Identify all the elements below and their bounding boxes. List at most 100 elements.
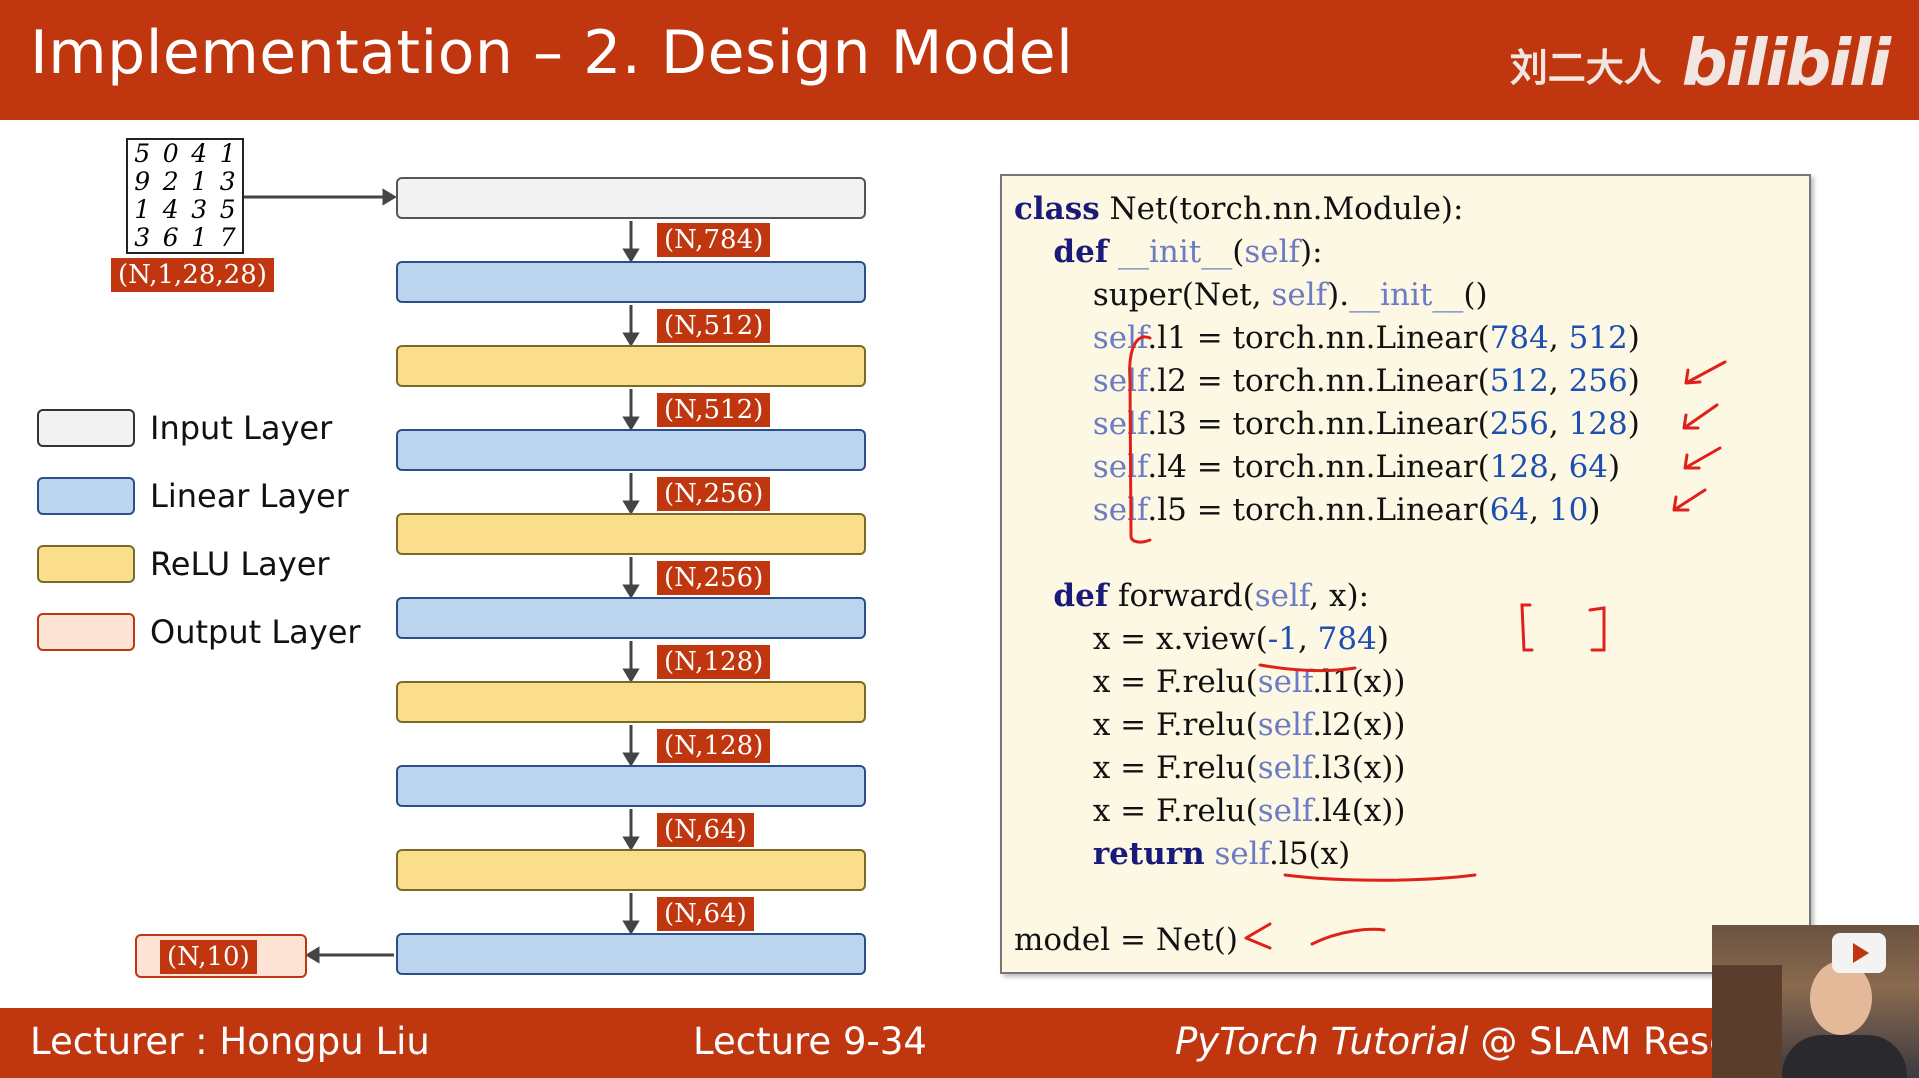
code-text: , xyxy=(1548,320,1569,356)
code-text: , xyxy=(1548,363,1569,399)
slide-header: Implementation – 2. Design Model 刘二大人 bi… xyxy=(0,0,1919,120)
digit: 3 xyxy=(191,195,208,224)
keyword: def xyxy=(1053,234,1109,270)
brand-name: 刘二大人 xyxy=(1509,45,1662,90)
digit: 0 xyxy=(162,139,179,168)
code-number: 10 xyxy=(1548,492,1589,528)
code-text: Net(torch.nn.Module): xyxy=(1099,191,1464,227)
code-text: self xyxy=(1092,406,1148,442)
digit: 1 xyxy=(191,167,208,196)
code-text: self xyxy=(1092,363,1148,399)
code-text: .l1 = torch.nn.Linear( xyxy=(1147,320,1490,356)
legend-label: Input Layer xyxy=(150,409,333,447)
bilibili-logo: bilibili xyxy=(1681,27,1891,101)
code-text: ): xyxy=(1300,234,1323,270)
code-number: 256 xyxy=(1489,406,1549,442)
code-text: .l4(x)) xyxy=(1312,793,1406,829)
presenter-body xyxy=(1782,1035,1907,1078)
keyword: class xyxy=(1014,191,1100,227)
code-text: ) xyxy=(1627,320,1640,356)
digit: 7 xyxy=(219,223,236,252)
code-text: ) xyxy=(1376,621,1389,657)
code-text: , xyxy=(1529,492,1549,528)
legend-swatch xyxy=(37,409,135,447)
code-listing: class Net(torch.nn.Module): def __init__… xyxy=(1014,188,1640,962)
relu-layer-box xyxy=(396,681,866,723)
code-line: x = F.relu(self.l3(x)) xyxy=(1014,750,1406,786)
relu-layer-box xyxy=(396,849,866,891)
code-line: def __init__(self): xyxy=(1014,234,1323,270)
legend-relu-layer: ReLU Layer xyxy=(37,545,367,585)
code-text: .l2(x)) xyxy=(1312,707,1406,743)
code-text: .l3(x)) xyxy=(1312,750,1406,786)
linear-layer-box xyxy=(396,933,866,975)
code-line: self.l2 = torch.nn.Linear(512, 256) xyxy=(1014,363,1640,399)
code-line: x = x.view(-1, 784) xyxy=(1014,621,1389,657)
legend-swatch xyxy=(37,613,135,651)
digit: 6 xyxy=(162,223,179,252)
code-text: self xyxy=(1214,836,1270,872)
play-icon[interactable] xyxy=(1832,933,1886,973)
code-text: self xyxy=(1092,320,1148,356)
linear-layer-box xyxy=(396,429,866,471)
code-text: () xyxy=(1463,277,1488,313)
digit: 4 xyxy=(162,195,179,224)
code-text: ) xyxy=(1588,492,1601,528)
shape-tag: (N,512) xyxy=(657,309,771,343)
code-text: ) xyxy=(1627,406,1640,442)
digit: 5 xyxy=(219,195,236,224)
keyword: return xyxy=(1092,836,1205,872)
code-text: .l4 = torch.nn.Linear( xyxy=(1147,449,1490,485)
shape-tag: (N,64) xyxy=(657,813,754,847)
code-line: self.l1 = torch.nn.Linear(784, 512) xyxy=(1014,320,1640,356)
brand: 刘二大人 bilibili xyxy=(1509,27,1891,101)
linear-layer-box xyxy=(396,261,866,303)
digit: 3 xyxy=(219,167,236,196)
code-text: .l2 = torch.nn.Linear( xyxy=(1147,363,1490,399)
input-shape-tag: (N,1,28,28) xyxy=(111,258,274,292)
legend-output-layer: Output Layer xyxy=(37,613,367,653)
code-line: class Net(torch.nn.Module): xyxy=(1014,191,1463,227)
legend-label: Output Layer xyxy=(150,613,361,651)
bookshelf xyxy=(1712,965,1782,1078)
linear-layer-box xyxy=(396,765,866,807)
code-text: x = x.view( xyxy=(1092,621,1268,657)
code-text: x = F.relu( xyxy=(1092,793,1258,829)
code-number: 64 xyxy=(1568,449,1609,485)
code-text: , xyxy=(1548,406,1569,442)
code-number: 512 xyxy=(1489,363,1549,399)
code-text: self xyxy=(1244,234,1301,270)
code-text: .l1(x)) xyxy=(1312,664,1406,700)
legend-label: ReLU Layer xyxy=(150,545,330,583)
digit: 3 xyxy=(134,223,151,252)
code-text: ) xyxy=(1627,363,1640,399)
digit: 1 xyxy=(134,195,151,224)
code-text: self xyxy=(1092,492,1148,528)
tutorial-credit: PyTorch Tutorial @ SLAM Resea xyxy=(1175,1020,1755,1063)
code-text: forward( xyxy=(1108,578,1255,614)
relu-layer-box xyxy=(396,345,866,387)
mnist-digits-image: 5 0 4 1 9 2 1 3 1 4 3 5 3 6 1 7 xyxy=(126,138,244,254)
code-text: , xyxy=(1548,449,1569,485)
code-number: -1 xyxy=(1267,621,1298,657)
code-text: , x): xyxy=(1309,578,1370,614)
shape-tag: (N,256) xyxy=(657,561,771,595)
legend-swatch xyxy=(37,477,135,515)
digit: 9 xyxy=(134,167,151,196)
legend-linear-layer: Linear Layer xyxy=(37,477,367,517)
lecture-number: Lecture 9-34 xyxy=(693,1020,927,1063)
slide-footer: Lecturer : Hongpu Liu Lecture 9-34 PyTor… xyxy=(0,1008,1919,1078)
code-text: __init__ xyxy=(1349,277,1464,313)
code-line: x = F.relu(self.l4(x)) xyxy=(1014,793,1406,829)
code-text: , xyxy=(1297,621,1318,657)
code-line: self.l4 = torch.nn.Linear(128, 64) xyxy=(1014,449,1620,485)
code-text: self xyxy=(1257,750,1313,786)
shape-tag: (N,128) xyxy=(657,645,771,679)
code-line: super(Net, self).__init__() xyxy=(1014,277,1488,313)
output-shape-tag: (N,10) xyxy=(160,940,257,974)
code-text: self xyxy=(1271,277,1328,313)
digit: 4 xyxy=(191,139,208,168)
code-text: super(Net, xyxy=(1092,277,1272,313)
keyword: def xyxy=(1053,578,1109,614)
